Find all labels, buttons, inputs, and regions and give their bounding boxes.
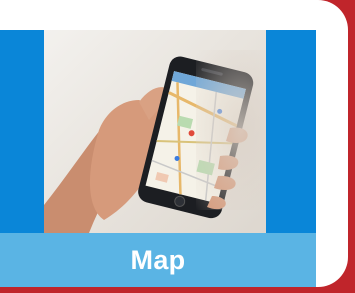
map-card-inner: Map xyxy=(0,0,348,287)
map-label: Map xyxy=(130,244,186,275)
map-card[interactable]: Map xyxy=(0,0,355,293)
photo-background-blur xyxy=(196,50,266,210)
map-tile[interactable]: Map xyxy=(0,30,316,287)
map-label-bar[interactable]: Map xyxy=(0,233,316,287)
phone-map-photo xyxy=(44,30,266,233)
